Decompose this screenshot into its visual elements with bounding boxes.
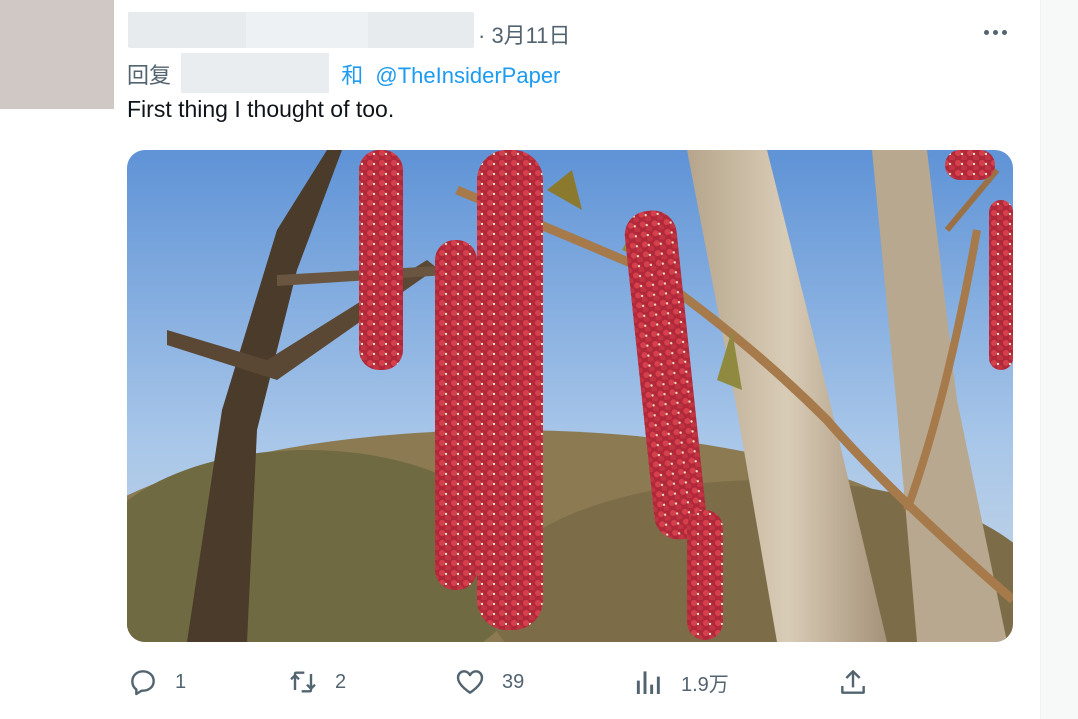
share-button[interactable]	[837, 662, 869, 702]
redacted-reply-user[interactable]	[181, 53, 330, 93]
tweet-photo[interactable]	[127, 150, 1013, 642]
views-icon	[636, 671, 660, 694]
views-count: 1.9万	[681, 673, 729, 696]
reply-button[interactable]: 1	[127, 662, 186, 702]
reply-icon	[131, 670, 155, 696]
reply-and: 和	[341, 62, 364, 88]
like-button[interactable]: 39	[454, 662, 524, 702]
views-button[interactable]: 1.9万	[633, 662, 729, 702]
reply-prefix: 回复	[127, 62, 172, 88]
reply-handle-link[interactable]: @TheInsiderPaper	[375, 63, 560, 88]
retweet-icon	[290, 671, 316, 693]
more-icon[interactable]	[978, 14, 1014, 50]
retweet-count: 2	[335, 670, 347, 693]
share-icon	[841, 670, 865, 694]
tweet-text: First thing I thought of too.	[127, 96, 395, 122]
replying-to: 回复 和 @TheInsiderPaper	[127, 53, 560, 97]
reply-count: 1	[175, 670, 187, 693]
tweet-date[interactable]: · 3月11日	[478, 18, 571, 50]
tweet-actions: 1 2 39 1.9万	[127, 662, 1013, 702]
catkin-photo	[127, 150, 1013, 642]
like-icon	[456, 670, 484, 694]
redacted-display-name[interactable]	[128, 12, 474, 48]
like-count: 39	[502, 670, 525, 693]
avatar[interactable]	[0, 0, 114, 109]
retweet-button[interactable]: 2	[287, 662, 346, 702]
right-rail	[1040, 0, 1078, 719]
